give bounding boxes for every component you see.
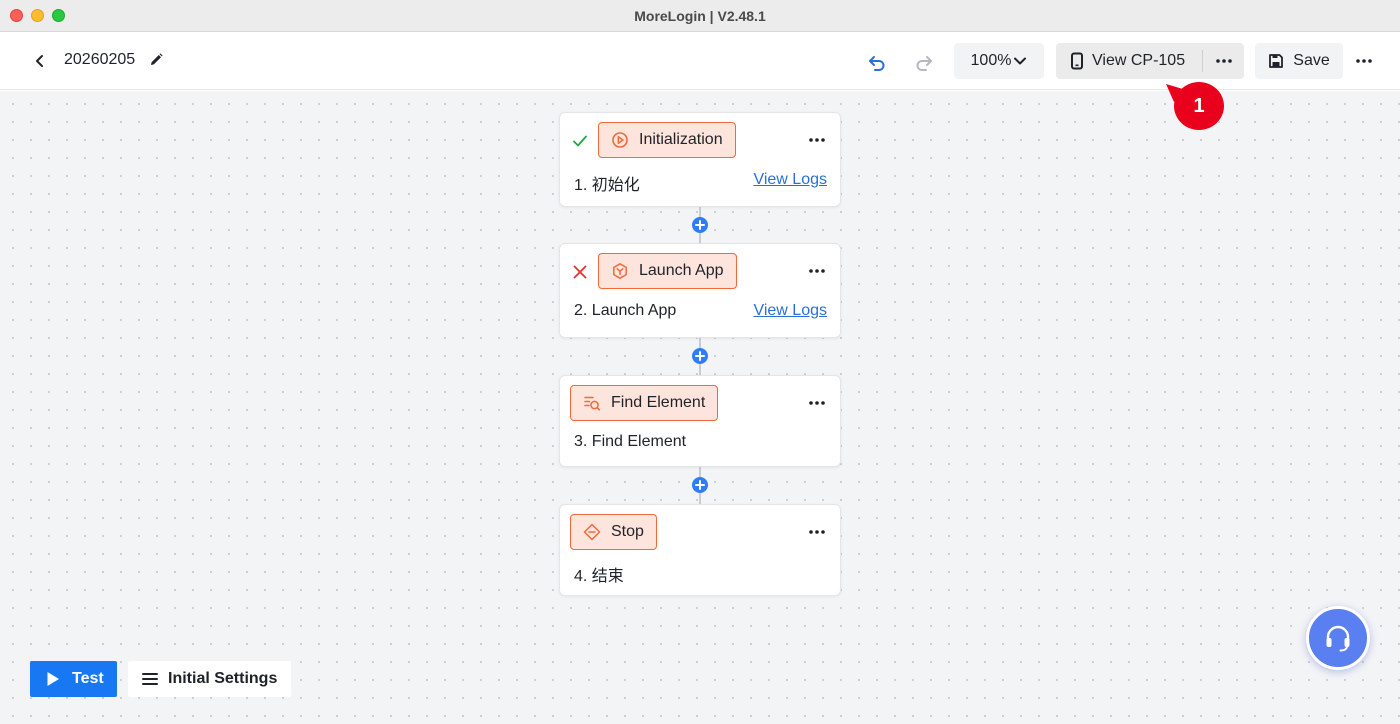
window-titlebar: MoreLogin | V2.48.1 [0,0,1400,32]
more-horizontal-icon [1215,59,1232,63]
node-more-button[interactable] [806,394,828,412]
node-type-label: Find Element [611,394,706,411]
end-icon [583,523,601,541]
node-type-label: Initialization [639,131,723,148]
chevron-left-icon [36,55,43,67]
node-step-label: 3. Find Element [574,433,687,450]
headset-icon [1326,625,1350,652]
window-close-button[interactable] [10,9,23,22]
redo-icon [916,56,932,71]
chevron-down-icon [1014,57,1027,65]
node-step-label: 1. 初始化 [574,177,640,194]
view-logs-link[interactable]: View Logs [753,302,827,320]
error-cross-icon [572,264,588,280]
save-icon [1269,54,1284,68]
plus-icon [695,220,705,230]
add-step-button[interactable] [692,348,708,364]
more-horizontal-icon [809,269,825,273]
node-more-button[interactable] [806,262,828,280]
redo-button[interactable] [911,49,937,75]
add-step-button[interactable] [692,217,708,233]
node-type-tag[interactable]: Stop [570,514,657,550]
zoom-select[interactable]: 100% [954,43,1044,79]
plus-icon [695,351,705,361]
node-step-label: 2. Launch App [574,302,677,319]
node-more-button[interactable] [806,131,828,149]
view-logs-link[interactable]: View Logs [753,171,827,189]
more-horizontal-icon [809,530,825,534]
more-horizontal-icon [809,401,825,405]
view-device-button[interactable]: View CP-105 [1056,43,1202,79]
save-button[interactable]: Save [1255,43,1343,79]
window-maximize-button[interactable] [52,9,65,22]
initial-settings-button[interactable]: Initial Settings [128,661,291,697]
play-icon [47,672,59,686]
node-type-label: Stop [611,523,644,540]
flow-node-find-element[interactable]: Find Element 3. Find Element [559,375,841,467]
support-button[interactable] [1306,606,1370,670]
node-step-label: 4. 结束 [574,568,624,585]
callout-badge: 1 [1174,82,1224,130]
more-horizontal-icon [809,138,825,142]
test-label: Test [72,670,104,687]
flow-node-launch-app[interactable]: Launch App 2. Launch App View Logs [559,243,841,338]
header-more-button[interactable] [1352,49,1376,73]
plus-icon [695,480,705,490]
undo-icon [869,56,885,71]
node-type-tag[interactable]: Launch App [598,253,737,289]
flow-node-stop[interactable]: Stop 4. 结束 [559,504,841,596]
edit-title-button[interactable] [148,52,164,68]
device-more-button[interactable] [1203,43,1244,79]
flow-title: 20260205 [64,51,136,68]
undo-button[interactable] [864,49,890,75]
view-device-label: View CP-105 [1092,52,1186,69]
node-type-label: Launch App [639,262,724,279]
more-horizontal-icon [1356,59,1372,63]
view-device-group: View CP-105 [1056,43,1244,79]
editor-header: 20260205 100% View CP-105 Save [0,33,1400,90]
save-label: Save [1293,52,1330,69]
window-controls [10,9,65,22]
flow-canvas[interactable]: Initialization 1. 初始化 View Logs Launch A… [0,91,1400,724]
zoom-value: 100% [970,52,1012,69]
test-button[interactable]: Test [30,661,117,697]
window-title: MoreLogin | V2.48.1 [634,7,766,24]
success-check-icon [572,133,588,149]
play-circle-icon [612,132,628,148]
window-minimize-button[interactable] [31,9,44,22]
back-button[interactable] [28,49,52,73]
add-step-button[interactable] [692,477,708,493]
node-more-button[interactable] [806,523,828,541]
list-search-icon [584,396,601,411]
flow-node-initialization[interactable]: Initialization 1. 初始化 View Logs [559,112,841,207]
cube-icon [613,263,627,279]
node-type-tag[interactable]: Initialization [598,122,736,158]
node-type-tag[interactable]: Find Element [570,385,719,421]
menu-icon [142,673,158,685]
pencil-icon [151,53,163,65]
phone-icon [1071,52,1083,70]
initial-settings-label: Initial Settings [168,670,278,687]
